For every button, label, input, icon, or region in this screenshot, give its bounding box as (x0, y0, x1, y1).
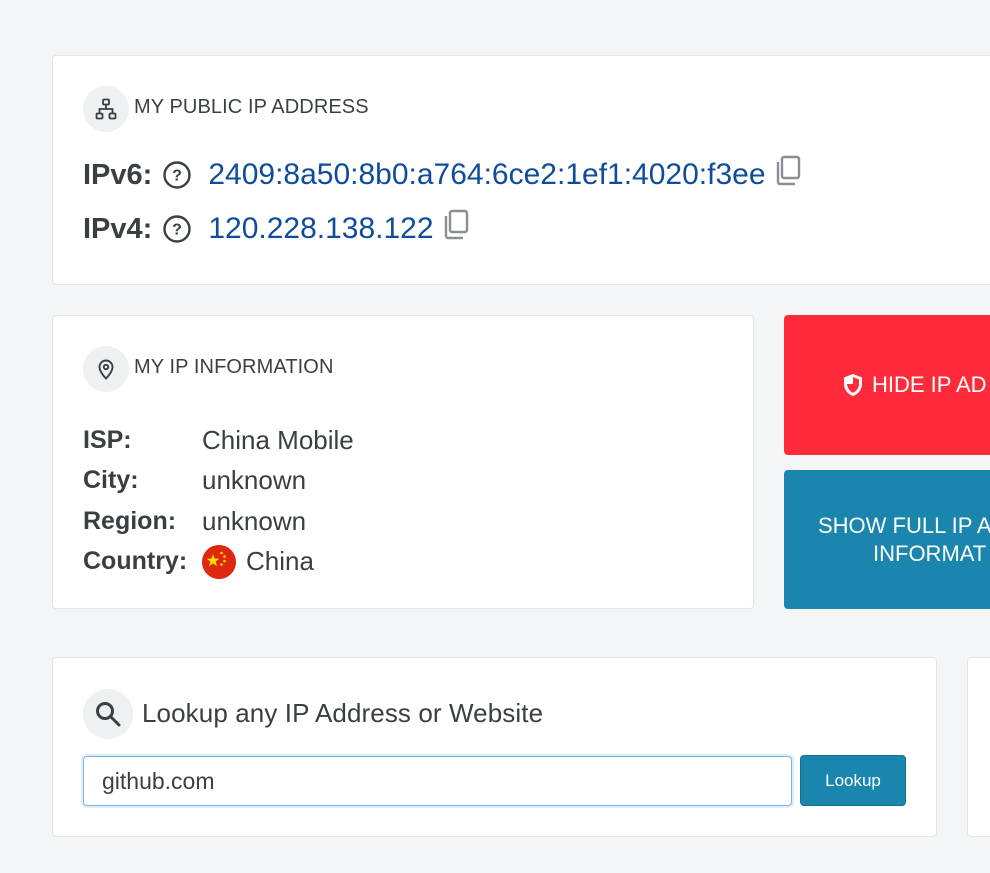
hide-ip-button[interactable]: HIDE IP AD (784, 315, 990, 455)
show-full-line2: INFORMAT (873, 541, 987, 566)
info-value: China Mobile (202, 424, 354, 455)
network-icon (83, 86, 129, 132)
lookup-card: Lookup any IP Address or Website (52, 657, 937, 837)
ipv4-label: IPv4: (83, 212, 153, 245)
info-value: unknown (202, 465, 307, 496)
svg-text:?: ? (172, 222, 182, 239)
show-full-line1: SHOW FULL IP A (818, 513, 990, 538)
ipv6-row: IPv6: ? 2409:8a50:8b0:a764:6ce2:1ef1:402… (83, 155, 802, 192)
ipv6-value[interactable]: 2409:8a50:8b0:a764:6ce2:1ef1:4020:f3ee (208, 158, 765, 192)
show-full-ip-info-button[interactable]: SHOW FULL IP A INFORMAT (784, 470, 990, 609)
info-key: Region: (83, 506, 177, 535)
search-icon (83, 689, 133, 739)
ipv4-value[interactable]: 120.228.138.122 (208, 212, 433, 246)
info-key: City: (83, 466, 139, 495)
info-row-region: Region: unknown (83, 501, 354, 542)
side-card (967, 657, 990, 837)
info-row-city: City: unknown (83, 461, 354, 502)
china-flag-icon (202, 544, 236, 579)
question-circle-icon[interactable]: ? (162, 160, 192, 190)
public-ip-card: MY PUBLIC IP ADDRESS IPv6: ? 2409:8a50:8… (52, 55, 990, 285)
info-value: unknown (202, 505, 307, 536)
lookup-title: Lookup any IP Address or Website (142, 698, 544, 728)
info-value: China (202, 544, 314, 579)
ip-info-list: ISP: China Mobile City: unknown Region: … (83, 420, 354, 582)
public-ip-title: MY PUBLIC IP ADDRESS (134, 96, 369, 118)
info-key: Country: (83, 547, 188, 576)
copy-icon[interactable] (442, 209, 470, 241)
lookup-button[interactable]: Lookup (800, 755, 906, 806)
hide-ip-label: HIDE IP AD (872, 372, 987, 397)
country-name: China (246, 546, 314, 577)
ip-info-card: MY IP INFORMATION ISP: China Mobile City… (52, 315, 754, 609)
ipv6-label: IPv6: (83, 158, 153, 191)
ip-info-title: MY IP INFORMATION (134, 356, 334, 378)
lookup-input[interactable] (83, 756, 792, 806)
copy-icon[interactable] (774, 155, 802, 187)
info-row-country: Country: China (83, 542, 354, 583)
info-key: ISP: (83, 425, 132, 454)
info-row-isp: ISP: China Mobile (83, 420, 354, 461)
question-circle-icon[interactable]: ? (162, 214, 192, 244)
svg-text:?: ? (172, 168, 182, 185)
shield-icon (842, 373, 864, 397)
ipv4-row: IPv4: ? 120.228.138.122 (83, 209, 470, 246)
location-pin-icon (83, 346, 129, 392)
